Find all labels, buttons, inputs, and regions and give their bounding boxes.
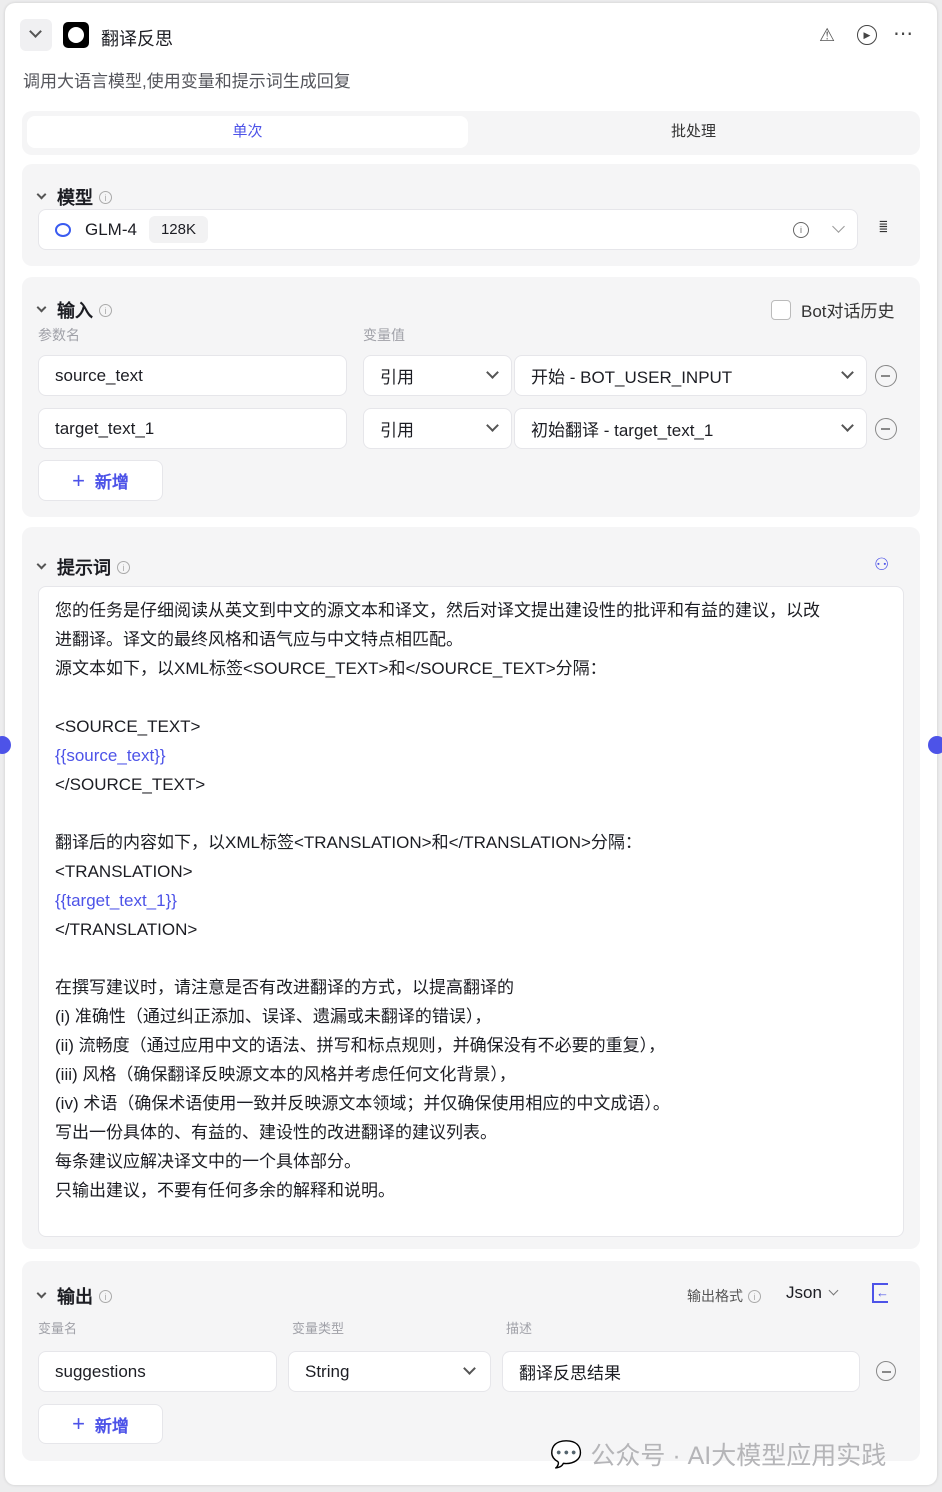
prompt-line: 源文本如下，以XML标签<SOURCE_TEXT>和</SOURCE_TEXT>…: [55, 659, 607, 678]
output-type-value: String: [305, 1361, 350, 1381]
prompt-editor[interactable]: 您的任务是仔细阅读从英文到中文的源文本和译文，然后对译文提出建设性的批评和有益的…: [38, 586, 904, 1237]
remove-param-icon[interactable]: [875, 418, 897, 440]
param-type-value: 引用: [380, 368, 414, 387]
remove-output-icon[interactable]: [876, 1361, 896, 1381]
prompt-line: <SOURCE_TEXT>: [55, 717, 201, 736]
add-input-button[interactable]: + 新增: [38, 460, 163, 501]
prompt-line: [55, 799, 887, 828]
prompt-line: (ii) 流畅度（通过应用中文的语法、拼写和标点规则，并确保没有不必要的重复），: [55, 1036, 666, 1055]
output-type-header: 变量类型: [292, 1321, 345, 1336]
tab-single[interactable]: 单次: [27, 116, 468, 148]
input-title[interactable]: 输入 i: [36, 297, 112, 323]
prompt-line: </SOURCE_TEXT>: [55, 775, 206, 794]
model-title[interactable]: 模型 i: [36, 184, 112, 210]
output-type-select[interactable]: String: [288, 1351, 491, 1392]
node-description: 调用大语言模型,使用变量和提示词生成回复: [23, 72, 351, 91]
model-settings-icon[interactable]: ≡ ≡: [879, 217, 897, 237]
output-format-text: 输出格式: [687, 1288, 743, 1304]
output-port-handle[interactable]: [928, 736, 942, 754]
param-type-value: 引用: [380, 421, 414, 440]
output-format-value: Json: [786, 1283, 822, 1302]
prompt-line: 写出一份具体的、有益的、建设性的改进翻译的建议列表。: [55, 1123, 497, 1142]
collapse-button[interactable]: [20, 19, 52, 51]
model-info-icon[interactable]: i: [793, 221, 809, 238]
info-icon[interactable]: i: [117, 560, 130, 574]
output-name-field[interactable]: suggestions: [38, 1351, 277, 1392]
output-format-label: 输出格式 i: [687, 1286, 761, 1306]
info-icon[interactable]: i: [748, 1289, 761, 1303]
info-icon[interactable]: i: [99, 303, 112, 317]
wechat-icon: 💬: [550, 1438, 583, 1469]
param-value: 初始翻译 - target_text_1: [531, 421, 714, 440]
bell-off-icon[interactable]: ⚠: [819, 25, 835, 46]
prompt-line: {{source_text}}: [55, 746, 166, 765]
export-icon[interactable]: ←: [872, 1283, 889, 1303]
watermark: 💬 公众号 · AI大模型应用实践: [550, 1436, 886, 1472]
output-section: 输出 i 输出格式 i Json ← 变量名 变量类型 描述 suggestions…: [22, 1261, 920, 1461]
add-label: 新增: [94, 1416, 129, 1436]
param-name-field[interactable]: source_text: [38, 355, 347, 396]
prompt-title[interactable]: 提示词 i: [36, 554, 130, 580]
output-title-text: 输出: [57, 1287, 93, 1307]
add-label: 新增: [94, 473, 129, 492]
plus-icon: +: [72, 467, 85, 493]
prompt-line: 进翻译。译文的最终风格和语气应与中文特点相匹配。: [55, 630, 463, 649]
run-icon[interactable]: ▶: [857, 25, 877, 45]
glm-logo-icon: [55, 222, 71, 237]
prompt-line: 翻译后的内容如下，以XML标签<TRANSLATION>和</TRANSLATI…: [55, 833, 642, 852]
user-settings-icon[interactable]: ⚇: [874, 555, 892, 574]
bot-history-label: Bot对话历史: [801, 302, 895, 321]
input-title-text: 输入: [57, 301, 93, 321]
param-value: 开始 - BOT_USER_INPUT: [531, 368, 733, 387]
param-name-field[interactable]: target_text_1: [38, 408, 347, 449]
model-select[interactable]: GLM-4 128K i: [38, 209, 858, 250]
prompt-line: 在撰写建议时，请注意是否有改进翻译的方式，以提高翻译的: [55, 978, 514, 997]
param-name-header: 参数名: [38, 327, 80, 343]
param-type-select[interactable]: 引用: [363, 355, 512, 396]
node-logo-icon: [63, 22, 89, 48]
prompt-line: {{target_text_1}}: [55, 891, 177, 910]
plus-icon: +: [72, 1411, 85, 1436]
param-value-select[interactable]: 开始 - BOT_USER_INPUT: [514, 355, 867, 396]
prompt-line: [55, 683, 887, 712]
param-type-select[interactable]: 引用: [363, 408, 512, 449]
prompt-line: 只输出建议，不要有任何多余的解释和说明。: [55, 1181, 395, 1200]
bot-history-checkbox[interactable]: Bot对话历史: [771, 297, 895, 322]
watermark-text: 公众号 · AI大模型应用实践: [590, 1442, 887, 1470]
prompt-line: (iv) 术语（确保术语使用一致并反映源文本领域；并仅确保使用相应的中文成语）。: [55, 1094, 670, 1113]
output-desc-header: 描述: [506, 1321, 533, 1336]
mode-tabs: 单次 批处理: [22, 111, 920, 155]
prompt-line: (iii) 风格（确保翻译反映源文本的风格并考虑任何文化背景），: [55, 1065, 516, 1084]
output-name-header: 变量名: [38, 1321, 78, 1336]
param-value-select[interactable]: 初始翻译 - target_text_1: [514, 408, 867, 449]
output-desc-field[interactable]: 翻译反思结果: [502, 1351, 860, 1392]
more-icon[interactable]: ⋯: [893, 21, 913, 46]
model-title-text: 模型: [57, 188, 93, 208]
model-section: 模型 i GLM-4 128K i ≡ ≡: [22, 164, 920, 266]
prompt-line: 您的任务是仔细阅读从英文到中文的源文本和译文，然后对译文提出建设性的批评和有益的…: [55, 601, 820, 620]
prompt-line: </TRANSLATION>: [55, 920, 198, 939]
model-name: GLM-4: [85, 219, 137, 239]
input-section: 输入 i Bot对话历史 参数名 变量值 source_text 引用 开始 - …: [22, 277, 920, 517]
node-card: 翻译反思 ⚠ ▶ ⋯ 调用大语言模型,使用变量和提示词生成回复 单次 批处理 模…: [5, 3, 937, 1485]
tab-batch[interactable]: 批处理: [472, 116, 915, 148]
info-icon[interactable]: i: [99, 1289, 112, 1303]
node-title[interactable]: 翻译反思: [101, 25, 173, 51]
output-title[interactable]: 输出 i: [36, 1283, 112, 1309]
prompt-line: <TRANSLATION>: [55, 862, 193, 881]
prompt-line: (i) 准确性（通过纠正添加、误译、遗漏或未翻译的错误），: [55, 1007, 492, 1026]
chevron-down-icon: [832, 220, 845, 233]
add-output-button[interactable]: + 新增: [38, 1404, 163, 1444]
prompt-title-text: 提示词: [57, 558, 111, 578]
prompt-line: [55, 944, 887, 973]
model-context-badge: 128K: [148, 216, 209, 243]
remove-param-icon[interactable]: [875, 365, 897, 387]
info-icon[interactable]: i: [99, 190, 112, 204]
prompt-line: 每条建议应解决译文中的一个具体部分。: [55, 1152, 361, 1171]
output-format-select[interactable]: Json: [786, 1283, 839, 1303]
param-value-header: 变量值: [363, 327, 405, 343]
